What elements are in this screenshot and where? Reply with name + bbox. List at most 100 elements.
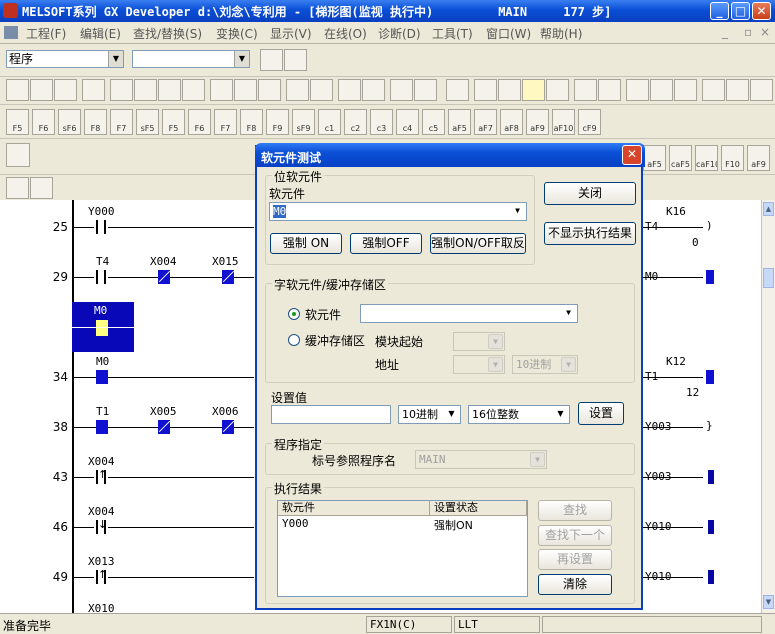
open-folder-icon[interactable] (30, 79, 53, 101)
col-device-header[interactable]: 软元件 (278, 501, 430, 516)
contact-no[interactable] (94, 220, 108, 234)
print-icon[interactable] (82, 79, 105, 101)
menu-tools[interactable]: 工具(T) (432, 25, 473, 42)
ladder-symbol-button[interactable]: sF9 (292, 109, 315, 135)
ladder-view-icon[interactable] (446, 79, 469, 101)
trace-icon[interactable] (546, 79, 569, 101)
contact-nc-active[interactable] (222, 270, 234, 284)
radio-buffer[interactable] (288, 334, 300, 346)
menu-help[interactable]: 帮助(H) (540, 25, 582, 42)
ladder-symbol-button[interactable]: aF8 (500, 109, 523, 135)
secondary-combo[interactable]: ▼ (132, 50, 250, 68)
ladder-symbol-button[interactable]: aF9 (526, 109, 549, 135)
contact-rising-edge[interactable]: ↑ (94, 568, 108, 584)
hide-results-button[interactable]: 不显示执行结果 (544, 222, 636, 245)
mdi-close-icon[interactable]: × (760, 25, 770, 39)
parameter-icon[interactable] (626, 79, 649, 101)
ladder-symbol-button[interactable]: caF10 (695, 145, 718, 171)
contact-nc-active[interactable] (222, 420, 234, 434)
ladder-symbol-button[interactable]: F6 (188, 109, 211, 135)
ladder-symbol-button[interactable]: sF6 (58, 109, 81, 135)
ladder-symbol-button[interactable]: aF5 (643, 145, 666, 171)
ladder-symbol-button[interactable]: F5 (6, 109, 29, 135)
read-plc-icon[interactable] (310, 79, 333, 101)
ladder-symbol-button[interactable]: aF9 (747, 145, 770, 171)
program-combo[interactable]: 程序 ▼ (6, 50, 124, 68)
col-state-header[interactable]: 设置状态 (430, 501, 527, 516)
set-type-combo[interactable]: 16位整数 ▼ (468, 405, 570, 424)
menu-online[interactable]: 在线(O) (324, 25, 367, 42)
ladder-symbol-button[interactable]: F5 (162, 109, 185, 135)
ladder-symbol-button[interactable]: F8 (240, 109, 263, 135)
address-format-combo[interactable]: 10进制 ▼ (512, 355, 578, 374)
mdi-minimize-icon[interactable]: _ (722, 25, 728, 39)
entry-monitor-icon[interactable] (414, 79, 437, 101)
ladder-symbol-button[interactable]: c1 (318, 109, 341, 135)
menu-view[interactable]: 显示(V) (270, 25, 312, 42)
address-combo[interactable]: ▼ (453, 355, 505, 374)
write-plc-icon[interactable] (286, 79, 309, 101)
contact-rising-edge[interactable]: ↑ (94, 468, 108, 484)
cut-icon[interactable] (110, 79, 133, 101)
ladder-symbol-button[interactable]: F9 (266, 109, 289, 135)
close-button[interactable]: ✕ (752, 2, 771, 20)
monitor-icon[interactable] (338, 79, 361, 101)
force-on-button[interactable]: 强制 ON (270, 233, 342, 254)
device-batch-icon[interactable] (390, 79, 413, 101)
help-icon[interactable] (750, 79, 773, 101)
set-value-input[interactable] (271, 405, 391, 424)
ladder-symbol-button[interactable]: c2 (344, 109, 367, 135)
ladder-symbol-button[interactable]: aF5 (448, 109, 471, 135)
dialog-close-button[interactable]: ✕ (622, 145, 642, 165)
find-button[interactable]: 查找 (538, 500, 612, 521)
undo-icon[interactable] (182, 79, 205, 101)
word-device-combo[interactable]: ▼ (360, 304, 578, 323)
menu-convert[interactable]: 变换(C) (216, 25, 258, 42)
menu-project[interactable]: 工程(F) (26, 25, 66, 42)
device-test-icon[interactable] (522, 79, 545, 101)
force-toggle-button[interactable]: 强制ON/OFF取反 (430, 233, 526, 254)
ladder-symbol-button[interactable]: aF10 (552, 109, 575, 135)
find-next-button[interactable]: 查找下一个 (538, 525, 612, 546)
copy-icon[interactable] (134, 79, 157, 101)
program-tree-icon[interactable] (284, 49, 307, 71)
save-icon[interactable] (54, 79, 77, 101)
ladder-symbol-button[interactable]: F8 (84, 109, 107, 135)
scroll-up-icon[interactable]: ▲ (763, 202, 774, 216)
menu-diagnostics[interactable]: 诊断(D) (378, 25, 421, 42)
force-off-button[interactable]: 强制OFF (350, 233, 422, 254)
set-button[interactable]: 设置 (578, 402, 624, 425)
mode-icon[interactable] (6, 143, 30, 167)
contact-falling-edge[interactable]: ↓ (94, 518, 108, 534)
contact-nc-active[interactable] (158, 270, 170, 284)
set-format-combo[interactable]: 10进制 ▼ (398, 405, 461, 424)
write-mode-icon[interactable] (30, 177, 53, 199)
ladder-symbol-button[interactable]: F10 (721, 145, 744, 171)
reset-button[interactable]: 再设置 (538, 549, 612, 570)
mdi-restore-icon[interactable]: ▫ (744, 25, 752, 39)
remote-stop-icon[interactable] (598, 79, 621, 101)
ladder-symbol-button[interactable]: aF7 (474, 109, 497, 135)
maximize-button[interactable]: □ (731, 2, 750, 20)
menu-edit[interactable]: 编辑(E) (80, 25, 121, 42)
comment-display-icon[interactable] (474, 79, 497, 101)
ladder-symbol-button[interactable]: cF9 (578, 109, 601, 135)
minimize-button[interactable]: _ (710, 2, 729, 20)
radio-device[interactable] (288, 308, 300, 320)
ladder-symbol-button[interactable]: F6 (32, 109, 55, 135)
menu-find-replace[interactable]: 查找/替换(S) (133, 25, 202, 42)
check-icon[interactable] (650, 79, 673, 101)
ladder-symbol-button[interactable]: F7 (110, 109, 133, 135)
scroll-down-icon[interactable]: ▼ (763, 595, 774, 609)
zoom-icon[interactable] (726, 79, 749, 101)
vertical-scrollbar[interactable]: ▲ ▼ (761, 200, 775, 613)
sfc-icon[interactable] (674, 79, 697, 101)
module-start-combo[interactable]: ▼ (453, 332, 505, 351)
menu-window[interactable]: 窗口(W) (486, 25, 531, 42)
ladder-symbol-button[interactable]: c4 (396, 109, 419, 135)
cursor-box[interactable]: M0 (72, 302, 134, 352)
new-file-icon[interactable] (6, 79, 29, 101)
step-icon[interactable] (702, 79, 725, 101)
results-list[interactable]: 软元件 设置状态 Y000 强制ON (277, 500, 528, 597)
bit-device-combo[interactable]: M0 ▼ (269, 202, 527, 221)
